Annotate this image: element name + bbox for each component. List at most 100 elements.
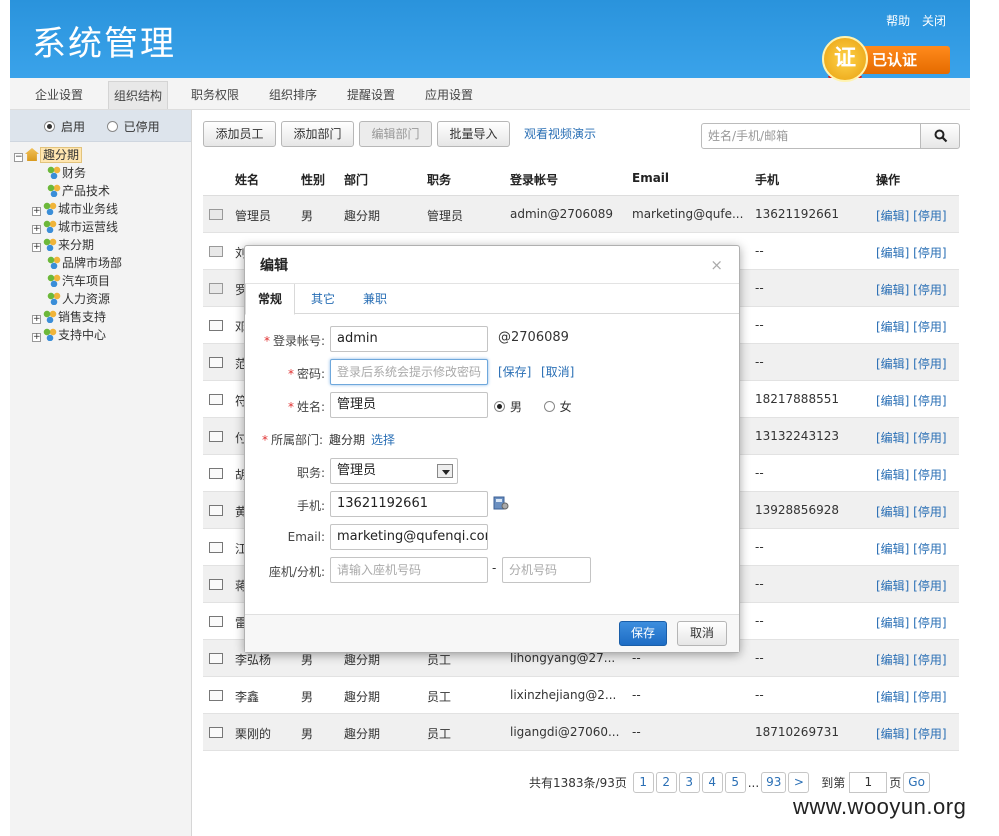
row-actions-links[interactable]: [编辑] [停用]	[876, 503, 947, 520]
tree-node-label[interactable]: 城市运营线	[58, 220, 118, 234]
tab-position-permissions[interactable]: 职务权限	[186, 81, 244, 109]
landline-input[interactable]: 请输入座机号码	[330, 557, 488, 583]
tree-node[interactable]: + 城市业务线	[14, 200, 122, 218]
tree-node[interactable]: 汽车项目	[14, 272, 122, 290]
cancel-button[interactable]: 取消	[677, 621, 727, 646]
female-radio[interactable]	[543, 401, 555, 412]
tree-node[interactable]: + 销售支持	[14, 308, 122, 326]
cell-login: admin@2706089	[510, 207, 614, 221]
tree-node[interactable]: + 支持中心	[14, 326, 122, 344]
page-last[interactable]: 93	[761, 772, 787, 793]
expand-icon[interactable]: +	[32, 333, 41, 342]
page-5[interactable]: 5	[724, 772, 746, 793]
password-cancel-link[interactable]: [取消]	[541, 363, 574, 380]
row-actions-links[interactable]: [编辑] [停用]	[876, 281, 947, 298]
user-avatar-icon	[209, 320, 223, 331]
tab-other[interactable]: 其它	[299, 284, 347, 315]
login-account-input[interactable]: admin	[330, 326, 488, 352]
email-label: Email:	[287, 530, 325, 544]
row-actions-links[interactable]: [编辑] [停用]	[876, 392, 947, 409]
tab-org-sort[interactable]: 组织排序	[264, 81, 322, 109]
col-gender: 性别	[301, 173, 326, 187]
tree-node-label[interactable]: 城市业务线	[58, 202, 118, 216]
batch-import-button[interactable]: 批量导入	[437, 121, 510, 147]
close-link[interactable]: 关闭	[922, 14, 946, 28]
department-select-link[interactable]: 选择	[371, 431, 395, 448]
tree-node-label[interactable]: 汽车项目	[62, 274, 110, 288]
page-1[interactable]: 1	[632, 772, 654, 793]
row-actions-links[interactable]: [编辑] [停用]	[876, 540, 947, 557]
row-actions-links[interactable]: [编辑] [停用]	[876, 244, 947, 261]
search-input[interactable]: 姓名/手机/邮箱	[701, 123, 921, 149]
help-link[interactable]: 帮助	[886, 14, 910, 28]
tree-node[interactable]: 财务	[14, 164, 122, 182]
next-page-button[interactable]: >	[788, 772, 810, 793]
tab-reminder-settings[interactable]: 提醒设置	[342, 81, 400, 109]
add-department-button[interactable]: 添加部门	[281, 121, 354, 147]
tree-node-label[interactable]: 人力资源	[62, 292, 110, 306]
cell-mobile: --	[755, 281, 764, 295]
edit-dialog: 编辑 × 常规 其它 兼职 * 登录帐号: admin @2706089 * 密码:…	[244, 245, 740, 653]
add-employee-button[interactable]: 添加员工	[203, 121, 276, 147]
male-radio[interactable]	[494, 401, 505, 412]
tree-node[interactable]: 产品技术	[14, 182, 122, 200]
tree-node-label[interactable]: 品牌市场部	[62, 256, 122, 270]
row-actions-links[interactable]: [编辑] [停用]	[876, 725, 947, 742]
contact-card-icon[interactable]	[493, 496, 509, 510]
tree-node-label[interactable]: 支持中心	[58, 328, 106, 342]
page-3[interactable]: 3	[678, 772, 700, 793]
row-actions-links[interactable]: [编辑] [停用]	[876, 577, 947, 594]
tab-general[interactable]: 常规	[245, 284, 296, 315]
tree-node[interactable]: + 来分期	[14, 236, 122, 254]
row-actions-links[interactable]: [编辑] [停用]	[876, 651, 947, 668]
collapse-icon[interactable]: −	[14, 153, 23, 162]
tab-enterprise-settings[interactable]: 企业设置	[30, 81, 88, 109]
tree-node-label[interactable]: 来分期	[58, 238, 94, 252]
tree-node-label[interactable]: 财务	[62, 166, 86, 180]
dialog-title: 编辑	[260, 258, 288, 274]
expand-icon[interactable]: +	[32, 207, 41, 216]
close-icon[interactable]: ×	[710, 256, 723, 274]
enabled-radio[interactable]	[44, 121, 55, 132]
tree-node[interactable]: − 趣分期	[14, 146, 122, 164]
row-actions-links[interactable]: [编辑] [停用]	[876, 318, 947, 335]
watch-video-link[interactable]: 观看视频演示	[524, 125, 596, 142]
row-actions-links[interactable]: [编辑] [停用]	[876, 466, 947, 483]
position-select[interactable]: 管理员	[330, 458, 458, 484]
expand-icon[interactable]: +	[32, 225, 41, 234]
row-actions-links[interactable]: [编辑] [停用]	[876, 688, 947, 705]
tree-node-label[interactable]: 产品技术	[62, 184, 110, 198]
password-input[interactable]: 登录后系统会提示修改密码	[330, 359, 488, 385]
row-actions-links[interactable]: [编辑] [停用]	[876, 207, 947, 224]
row-actions-links[interactable]: [编辑] [停用]	[876, 614, 947, 631]
user-avatar-icon	[209, 690, 223, 701]
page-4[interactable]: 4	[701, 772, 723, 793]
save-button[interactable]: 保存	[619, 621, 667, 646]
tree-node[interactable]: + 城市运营线	[14, 218, 122, 236]
cell-mobile: --	[755, 651, 764, 665]
page-2[interactable]: 2	[655, 772, 677, 793]
password-save-link[interactable]: [保存]	[498, 363, 531, 380]
row-actions-links[interactable]: [编辑] [停用]	[876, 355, 947, 372]
search-button[interactable]	[920, 123, 960, 149]
tab-app-settings[interactable]: 应用设置	[420, 81, 478, 109]
expand-icon[interactable]: +	[32, 243, 41, 252]
tree-node-label[interactable]: 趣分期	[40, 147, 83, 163]
group-icon	[47, 256, 61, 269]
tree-node[interactable]: 品牌市场部	[14, 254, 122, 272]
user-avatar-icon	[209, 431, 223, 442]
tree-node[interactable]: 人力资源	[14, 290, 122, 308]
row-actions-links[interactable]: [编辑] [停用]	[876, 429, 947, 446]
disabled-radio[interactable]	[106, 121, 118, 132]
email-input[interactable]: marketing@qufenqi.com	[330, 524, 488, 550]
go-button[interactable]: Go	[903, 772, 930, 793]
edit-department-button[interactable]: 编辑部门	[359, 121, 432, 147]
expand-icon[interactable]: +	[32, 315, 41, 324]
extension-input[interactable]: 分机号码	[502, 557, 591, 583]
tab-part-time[interactable]: 兼职	[351, 284, 399, 315]
mobile-input[interactable]: 13621192661	[330, 491, 488, 517]
name-input[interactable]: 管理员	[330, 392, 488, 418]
tree-node-label[interactable]: 销售支持	[58, 310, 106, 324]
tab-org-structure[interactable]: 组织结构	[108, 81, 169, 109]
goto-page-input[interactable]: 1	[849, 772, 888, 793]
